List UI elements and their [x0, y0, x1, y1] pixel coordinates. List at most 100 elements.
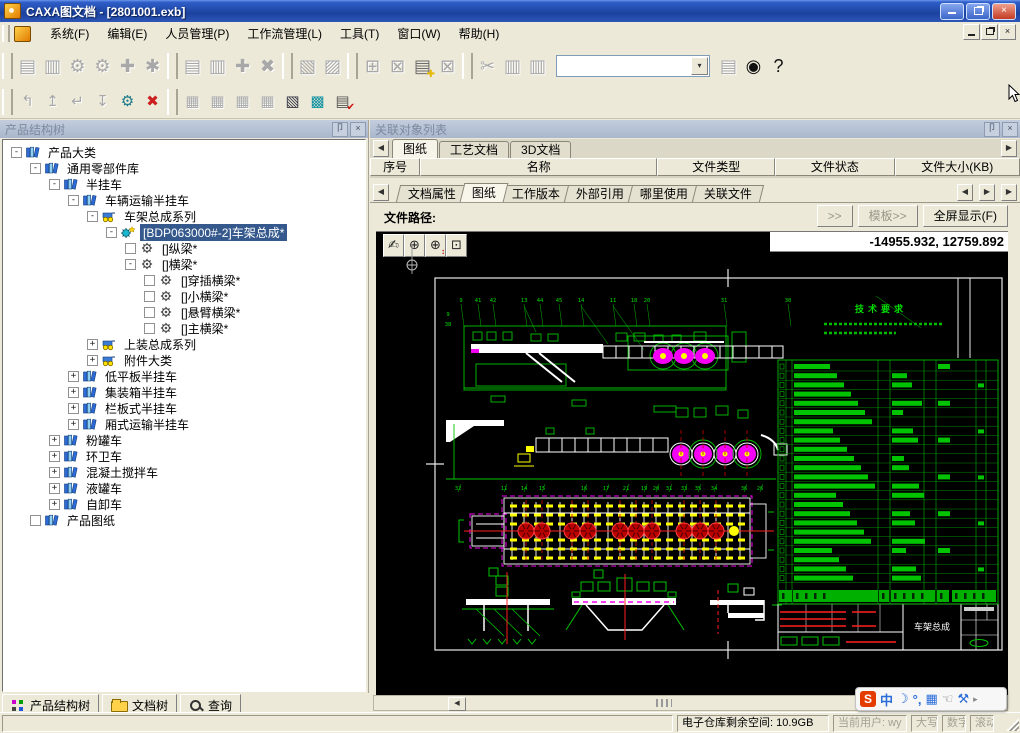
- tree-expander-icon[interactable]: [144, 275, 155, 286]
- language-mode-icon[interactable]: 中: [880, 690, 893, 709]
- column-header[interactable]: 序号: [370, 158, 420, 176]
- save-icon[interactable]: ▦: [180, 90, 205, 114]
- tree-expander-icon[interactable]: +: [49, 499, 60, 510]
- tree-expander-icon[interactable]: +: [87, 339, 98, 350]
- search-combobox[interactable]: ▾: [556, 55, 710, 77]
- ime-more-icon[interactable]: ▸: [973, 694, 978, 705]
- pin-icon[interactable]: 卩: [984, 122, 1000, 137]
- column-header[interactable]: 文件状态: [775, 158, 895, 176]
- checkin-doc-icon[interactable]: ▤: [180, 51, 205, 81]
- tab-prev-icon[interactable]: ◀: [957, 184, 973, 201]
- action-button[interactable]: 全屏显示(F): [923, 205, 1008, 227]
- tree-expander-icon[interactable]: +: [68, 387, 79, 398]
- tree-expander-icon[interactable]: +: [87, 355, 98, 366]
- tree-item[interactable]: []悬臂横梁*: [3, 304, 365, 320]
- tab-scroll-left-icon[interactable]: ◀: [373, 140, 389, 157]
- save-as-icon[interactable]: ▦: [205, 90, 230, 114]
- tree-item[interactable]: + 环卫车: [3, 448, 365, 464]
- close-button[interactable]: ×: [992, 3, 1016, 20]
- zoom-window-icon[interactable]: ⊕ ↕: [425, 234, 446, 257]
- duplicate-icon[interactable]: ▥: [525, 51, 550, 81]
- tree-expander-icon[interactable]: [144, 307, 155, 318]
- soft-keyboard-icon[interactable]: ▦: [925, 691, 937, 707]
- tree-expander-icon[interactable]: +: [49, 467, 60, 478]
- menu-item[interactable]: 窗口(W): [388, 24, 449, 44]
- property-tab[interactable]: 关联文件: [692, 185, 764, 202]
- doc-save-copy-icon[interactable]: ▦: [255, 90, 280, 114]
- tree-item[interactable]: + 液罐车: [3, 480, 365, 496]
- tree-expander-icon[interactable]: -: [11, 147, 22, 158]
- menu-grip[interactable]: [2, 25, 10, 42]
- tree-item[interactable]: 产品图纸: [3, 512, 365, 528]
- add-assembly-icon[interactable]: ✚: [115, 51, 140, 81]
- tree-expander-icon[interactable]: -: [125, 259, 136, 270]
- mdi-restore-button[interactable]: [981, 24, 998, 40]
- tree-item[interactable]: - 产品大类: [3, 144, 365, 160]
- tree-item[interactable]: + 自卸车: [3, 496, 365, 512]
- tools-icon[interactable]: ⚒: [957, 691, 969, 707]
- remove-doc-icon[interactable]: ✖: [255, 51, 280, 81]
- tree-expander-icon[interactable]: -: [87, 211, 98, 222]
- column-header[interactable]: 文件类型: [657, 158, 775, 176]
- layers-icon[interactable]: ▩: [305, 90, 330, 114]
- property-tab[interactable]: 图纸: [460, 183, 509, 202]
- tree-item[interactable]: - []横梁*: [3, 256, 365, 272]
- tree-item[interactable]: - 通用零部件库: [3, 160, 365, 176]
- tree-expander-icon[interactable]: -: [106, 227, 117, 238]
- tree-expander-icon[interactable]: [144, 323, 155, 334]
- checkout-doc-icon[interactable]: ▥: [205, 51, 230, 81]
- property-tab[interactable]: 外部引用: [564, 185, 636, 202]
- tree-expander-icon[interactable]: +: [68, 419, 79, 430]
- tree-expander-icon[interactable]: [125, 243, 136, 254]
- add-doc-icon[interactable]: ✚: [230, 51, 255, 81]
- tree-expander-icon[interactable]: -: [68, 195, 79, 206]
- tree-item[interactable]: + 混凝土搅拌车: [3, 464, 365, 480]
- help-icon[interactable]: ?: [766, 51, 791, 81]
- sogou-logo-icon[interactable]: S: [860, 691, 876, 707]
- new-file-icon[interactable]: ▤ ✚: [410, 51, 435, 81]
- related-objects-header[interactable]: 关联对象列表 卩 ×: [370, 120, 1020, 138]
- property-tab[interactable]: 文档属性: [396, 185, 468, 202]
- tab-first-icon[interactable]: ◀: [373, 184, 389, 201]
- restore-button[interactable]: [966, 3, 990, 20]
- paste-icon[interactable]: ▤: [716, 51, 741, 81]
- menu-item[interactable]: 系统(F): [41, 24, 98, 44]
- scrollbar-grip[interactable]: [656, 699, 672, 707]
- tree-item[interactable]: - 半挂车: [3, 176, 365, 192]
- tree-item[interactable]: + 厢式运输半挂车: [3, 416, 365, 432]
- cut-icon[interactable]: ✂: [475, 51, 500, 81]
- tree-expander-icon[interactable]: +: [49, 451, 60, 462]
- pin-icon[interactable]: 卩: [332, 122, 348, 137]
- new-part-icon[interactable]: ▤: [15, 51, 40, 81]
- title-bar[interactable]: CAXA图文档 - [2801001.exb] ×: [0, 0, 1020, 22]
- tab-last-icon[interactable]: ▶: [1001, 184, 1017, 201]
- tree-item[interactable]: + 低平板半挂车: [3, 368, 365, 384]
- column-header[interactable]: 名称: [420, 158, 657, 176]
- tree-expander-icon[interactable]: +: [68, 371, 79, 382]
- menu-item[interactable]: 人员管理(P): [156, 24, 238, 44]
- action-button[interactable]: >>: [817, 205, 853, 227]
- return-icon[interactable]: ↵: [65, 90, 90, 114]
- tree-expander-icon[interactable]: +: [49, 483, 60, 494]
- tree-expander-icon[interactable]: [144, 291, 155, 302]
- doc-tab[interactable]: 工艺文档: [439, 141, 509, 158]
- close-panel-icon[interactable]: ×: [1002, 122, 1018, 137]
- download-icon[interactable]: ↧: [90, 90, 115, 114]
- tree-item[interactable]: + 栏板式半挂车: [3, 400, 365, 416]
- browse-gear-icon[interactable]: ⚙: [115, 90, 140, 114]
- tree-item[interactable]: - 车架总成系列: [3, 208, 365, 224]
- hand-icon[interactable]: ☜: [942, 691, 954, 707]
- doc-tab[interactable]: 图纸: [392, 139, 438, 158]
- delete-part-icon[interactable]: ▥: [40, 51, 65, 81]
- cad-drawing[interactable]: 技术要求: [376, 232, 1008, 695]
- menu-app-icon[interactable]: [14, 26, 31, 42]
- action-button[interactable]: 模板>>: [858, 205, 918, 227]
- resize-grip[interactable]: [1006, 718, 1019, 731]
- tree-item[interactable]: - [BDP063000#-2]车架总成*: [3, 224, 365, 240]
- tab-scroll-right-icon[interactable]: ▶: [1001, 140, 1017, 157]
- tree-expander-icon[interactable]: [30, 515, 41, 526]
- menu-item[interactable]: 工具(T): [331, 24, 388, 44]
- tree-expander-icon[interactable]: -: [49, 179, 60, 190]
- close-file-icon[interactable]: ⊠: [435, 51, 460, 81]
- product-tree-panel-header[interactable]: 产品结构树 卩 ×: [0, 120, 368, 138]
